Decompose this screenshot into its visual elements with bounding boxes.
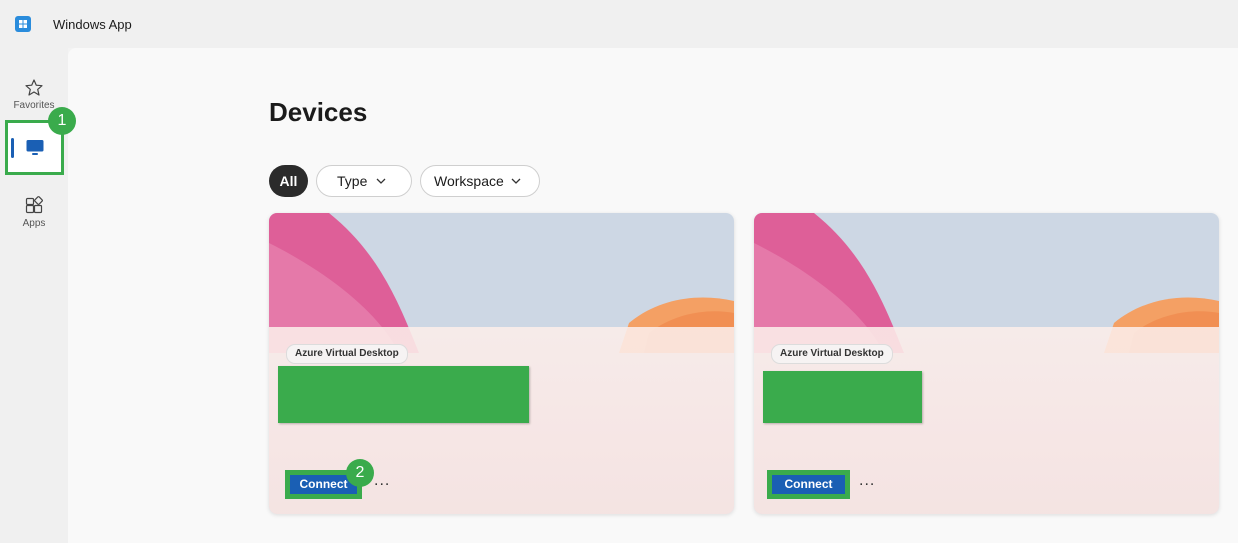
device-card[interactable]: Azure Virtual Desktop Connect ... [269,213,734,514]
filter-workspace-dropdown[interactable]: Workspace [420,165,540,197]
apps-grid-icon [25,196,43,214]
filter-type-label: Type [337,173,368,189]
sidebar-item-apps[interactable]: Apps [6,188,62,242]
card-type-badge: Azure Virtual Desktop [771,344,893,364]
windows-app-logo-icon [15,16,31,32]
connect-button-label: Connect [772,475,845,494]
title-bar: Windows App [0,0,1238,48]
sidebar-item-label: Apps [22,218,46,229]
filter-type-dropdown[interactable]: Type [316,165,412,197]
star-icon [25,79,43,96]
filter-all-button[interactable]: All [269,165,308,197]
chevron-down-icon [376,178,386,184]
device-card[interactable]: Azure Virtual Desktop Connect ... [754,213,1219,514]
monitor-icon [26,140,44,155]
step-badge-2: 2 [346,459,374,487]
device-name-redacted [763,371,922,423]
more-options-button[interactable]: ... [859,473,875,489]
connect-button[interactable]: Connect [767,470,850,499]
app-title: Windows App [53,17,132,32]
card-type-badge: Azure Virtual Desktop [286,344,408,364]
page-title: Devices [269,97,368,127]
active-indicator [11,138,14,158]
device-name-redacted [278,366,529,423]
chevron-down-icon [511,178,521,184]
step-badge-1: 1 [48,107,76,135]
filter-workspace-label: Workspace [434,173,504,189]
more-options-button[interactable]: ... [374,473,390,489]
